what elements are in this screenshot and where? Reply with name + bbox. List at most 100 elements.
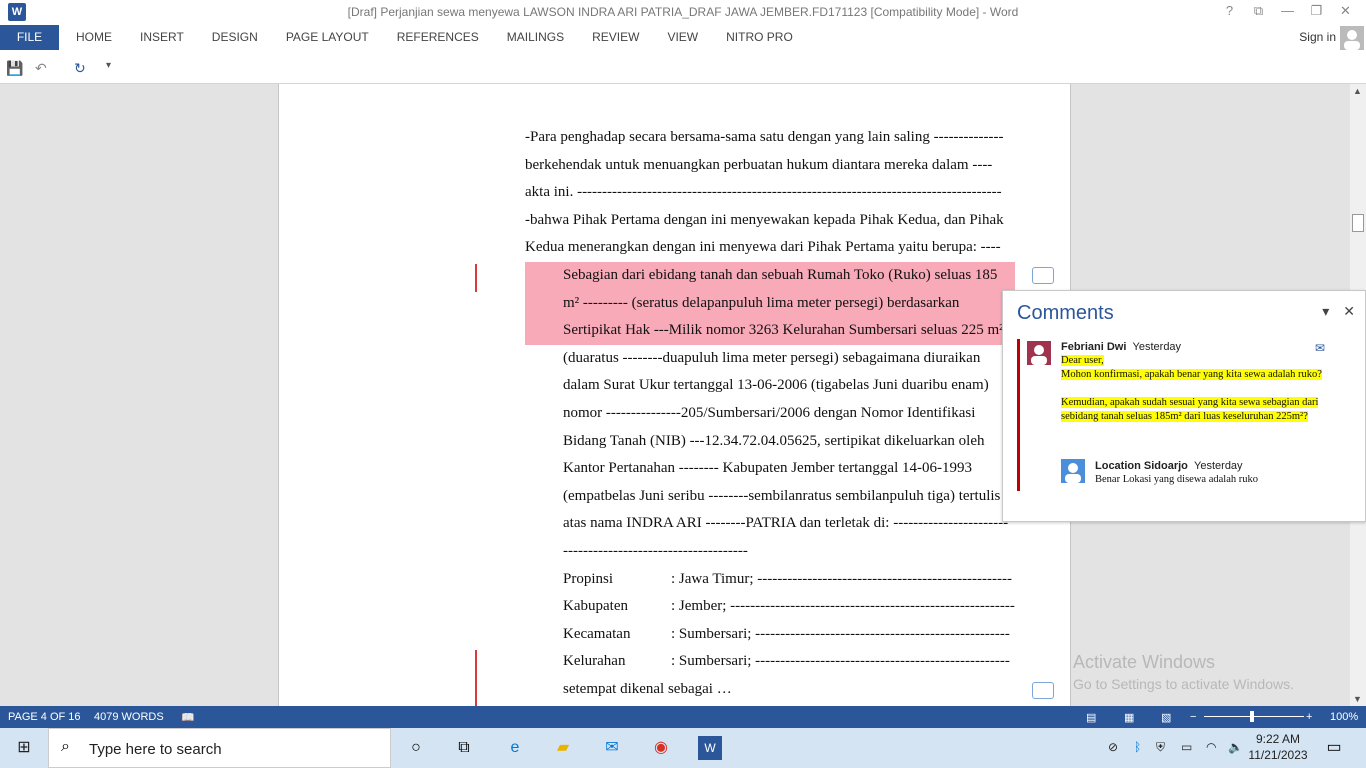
clock[interactable]: 9:22 AM 11/21/2023 [1248,732,1308,762]
change-marker [475,650,477,706]
restore-icon[interactable]: ❐ [1302,3,1331,19]
tab-review[interactable]: REVIEW [578,25,653,50]
paragraph-line: setempat dikenal sebagai … [563,680,732,697]
comment-icon[interactable] [1032,682,1054,699]
zoom-slider-thumb[interactable] [1250,711,1254,722]
paragraph-line: Bidang Tanah (NIB) ---12.34.72.04.05625,… [563,432,985,449]
paragraph-line: dalam Surat Ukur tertanggal 13-06-2006 (… [563,377,989,394]
sign-in-link[interactable]: Sign in [1299,30,1336,44]
clock-date: 11/21/2023 [1248,748,1308,762]
search-box[interactable]: ⌕ Type here to search [48,728,391,768]
reply-author: Location Sidoarjo [1095,460,1188,472]
tab-file[interactable]: FILE [0,25,59,50]
comments-pane: Comments ▾ ✕ Febriani Dwi Yesterday ✉ De… [1002,290,1366,522]
bluetooth-icon[interactable]: ᛒ [1134,740,1141,754]
avatar [1027,341,1051,365]
paragraph-line: nomor ---------------205/Sumbersari/2006… [563,404,976,421]
change-marker [475,264,477,292]
comment-body[interactable]: Dear user, Mohon konfirmasi, apakah bena… [1061,354,1341,424]
tab-nitro-pro[interactable]: NITRO PRO [712,25,807,50]
word-count[interactable]: 4079 WORDS [94,711,164,723]
close-pane-icon[interactable]: ✕ [1343,303,1355,320]
task-view-icon[interactable]: ⧉ [452,736,476,760]
document-page[interactable]: -Para penghadap secara bersama-sama satu… [278,84,1071,706]
redo-icon[interactable]: ↻ [74,60,86,77]
web-layout-icon[interactable]: ▧ [1161,711,1171,724]
minimize-icon[interactable]: — [1273,3,1302,19]
edge-icon[interactable]: e [503,736,527,760]
field-row: Kelurahan : Sumbersari; -----------------… [525,648,1015,676]
comment-icon[interactable] [1032,267,1054,284]
activation-watermark: Activate Windows Go to Settings to activ… [1073,652,1294,692]
close-icon[interactable]: ✕ [1331,3,1360,19]
field-value: : Jawa Timur; --------------------------… [671,570,1013,587]
network-off-icon[interactable]: ⊘ [1108,740,1118,754]
field-row: Propinsi : Jawa Timur; ------------------… [525,566,1015,594]
field-value: : Sumbersari; --------------------------… [671,653,1010,670]
comment-author: Febriani Dwi [1061,341,1127,353]
field-value: : Sumbersari; --------------------------… [671,625,1010,642]
zoom-out-button[interactable]: − [1190,711,1196,723]
zoom-in-button[interactable]: + [1306,711,1312,723]
customize-toolbar-icon[interactable]: ▾ [106,60,111,71]
comment-paragraph: Mohon konfirmasi, apakah benar yang kita… [1061,369,1322,380]
security-icon[interactable]: ⛨ [1156,740,1165,755]
paragraph-line: (empatbelas Juni seribu --------sembilan… [563,487,1001,504]
cortana-icon[interactable]: ○ [404,736,428,760]
mail-icon[interactable]: ✉ [600,736,624,760]
read-mode-icon[interactable]: ▤ [1086,711,1096,724]
field-label: Kelurahan [563,653,626,670]
title-bar: W [Draf] Perjanjian sewa menyewa LAWSON … [0,0,1366,25]
scroll-down-icon[interactable]: ▼ [1353,694,1362,704]
field-value: : Jember; ------------------------------… [671,598,1015,615]
scroll-thumb[interactable] [1352,214,1364,232]
volume-icon[interactable]: 🔈 [1228,740,1243,754]
ribbon-tabs: FILE HOME INSERT DESIGN PAGE LAYOUT REFE… [0,25,1366,50]
comments-title: Comments [1017,302,1114,324]
paragraph-line: Kantor Pertanahan -------- Kabupaten Jem… [563,460,972,477]
scroll-up-icon[interactable]: ▲ [1353,86,1362,96]
comment-time: Yesterday [1132,341,1182,353]
help-icon[interactable]: ? [1215,3,1244,19]
search-icon: ⌕ [61,738,70,755]
tab-view[interactable]: VIEW [653,25,712,50]
field-label: Propinsi [563,570,614,587]
tab-mailings[interactable]: MAILINGS [493,25,578,50]
field-row: Kabupaten : Jember; ---------------------… [525,593,1015,621]
comment-thread-bar [1017,339,1020,491]
windows-start-icon[interactable]: ⊞ [12,736,36,760]
document-body[interactable]: -Para penghadap secara bersama-sama satu… [525,124,1015,703]
field-label: Kabupaten [563,598,628,615]
search-placeholder: Type here to search [89,741,222,758]
pane-options-icon[interactable]: ▾ [1322,303,1329,320]
user-avatar-icon[interactable] [1340,26,1364,50]
zoom-slider[interactable] [1204,716,1304,717]
tab-home[interactable]: HOME [62,25,126,50]
tab-design[interactable]: DESIGN [198,25,272,50]
proofing-icon[interactable]: 📖 [181,711,195,724]
watermark-subtitle: Go to Settings to activate Windows. [1073,676,1294,692]
paragraph-line: (duaratus --------duapuluh lima meter pe… [563,349,981,366]
window-controls: ? ⧉ — ❐ ✕ [1215,3,1360,19]
field-label: Kecamatan [563,625,631,642]
wifi-icon[interactable]: ◠ [1206,740,1216,754]
print-layout-icon[interactable]: ▦ [1124,711,1134,724]
battery-icon[interactable]: ▭ [1181,740,1192,754]
highlighted-line: m² --------- (seratus delapanpuluh lima … [525,289,1015,318]
save-icon[interactable]: 💾 [6,60,23,77]
undo-icon[interactable]: ↶ [35,60,47,77]
ribbon-display-icon[interactable]: ⧉ [1244,3,1273,19]
tab-insert[interactable]: INSERT [126,25,198,50]
file-explorer-icon[interactable]: ▰ [551,736,575,760]
reply-icon[interactable]: ✉ [1315,341,1325,355]
word-taskbar-icon[interactable]: W [698,736,722,760]
tab-page-layout[interactable]: PAGE LAYOUT [272,25,383,50]
page-indicator[interactable]: PAGE 4 OF 16 [8,711,81,723]
clock-time: 9:22 AM [1255,732,1301,746]
tab-references[interactable]: REFERENCES [383,25,493,50]
notifications-icon[interactable]: ▭ [1322,736,1346,760]
reply-body[interactable]: Benar Lokasi yang disewa adalah ruko [1095,473,1258,487]
zoom-level[interactable]: 100% [1330,711,1358,723]
chrome-icon[interactable]: ◉ [649,736,673,760]
quick-access-toolbar: 💾 ↶ ↻ ▾ [0,50,1366,84]
